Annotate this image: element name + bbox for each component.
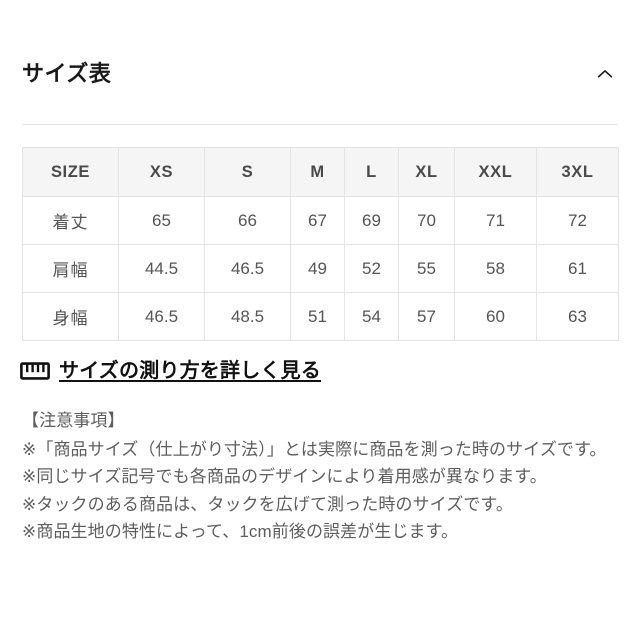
cell-shoulder-xl: 55 [398,244,455,293]
cell-shoulder-s: 46.5 [204,244,291,293]
table-row: 肩幅 44.5 46.5 49 52 55 58 61 [22,244,619,293]
cell-length-xl: 70 [398,196,455,245]
how-to-measure-label: サイズの測り方を詳しく見る [59,360,321,382]
chevron-up-icon[interactable] [592,61,618,87]
table-header-cell-s: S [204,147,291,197]
note-item-3: ※タックのある商品は、タックを広げて測った時のサイズです。 [22,494,513,514]
note-item-1: ※「商品サイズ（仕上がり寸法）」とは実際に商品を測った時のサイズです。 [22,439,607,459]
cell-shoulder-m: 49 [290,244,345,293]
notes-block: 【注意事項】 ※「商品サイズ（仕上がり寸法）」とは実際に商品を測った時のサイズで… [22,407,628,546]
row-label-length: 着丈 [22,196,119,245]
cell-length-m: 67 [290,196,345,245]
ruler-icon [20,360,50,382]
cell-shoulder-l: 52 [344,244,399,293]
table-header-cell-m: M [290,147,345,197]
cell-length-xs: 65 [118,196,205,245]
notes-heading: 【注意事項】 [22,411,125,430]
cell-length-xxl: 71 [454,196,537,245]
cell-shoulder-xs: 44.5 [118,244,205,293]
cell-shoulder-xxl: 58 [454,244,537,293]
cell-chest-xxl: 60 [454,292,537,341]
note-item-2: ※同じサイズ記号でも各商品のデザインにより着用感が異なります。 [22,467,547,487]
cell-chest-m: 51 [290,292,345,341]
cell-length-3xl: 72 [536,196,619,245]
row-label-shoulder: 肩幅 [22,244,119,293]
table-header-cell-l: L [344,147,399,197]
table-header-cell-xxl: XXL [454,147,537,197]
table-header-cell-xl: XL [398,147,455,197]
section-divider [22,124,618,125]
cell-chest-xl: 57 [398,292,455,341]
size-chart-section-header[interactable]: サイズ表 [22,52,618,96]
cell-chest-s: 48.5 [204,292,291,341]
size-table-container: SIZE XS S M L XL XXL 3XL 着丈 65 66 67 69 [22,147,619,341]
how-to-measure-link[interactable]: サイズの測り方を詳しく見る [20,360,321,382]
row-label-chest: 身幅 [22,292,119,341]
cell-length-s: 66 [204,196,291,245]
size-table: SIZE XS S M L XL XXL 3XL 着丈 65 66 67 69 [22,147,619,341]
size-chart-page: サイズ表 SIZE XS S M L XL XXL 3XL 着丈 65 66 6… [0,0,640,640]
table-header-cell-3xl: 3XL [536,147,619,197]
note-item-4: ※商品生地の特性によって、1cm前後の誤差が生じます。 [22,522,459,542]
table-header-cell-xs: XS [118,147,205,197]
table-header-row: SIZE XS S M L XL XXL 3XL [22,147,619,197]
cell-chest-3xl: 63 [536,292,619,341]
cell-chest-l: 54 [344,292,399,341]
cell-chest-xs: 46.5 [118,292,205,341]
cell-length-l: 69 [344,196,399,245]
page-title: サイズ表 [22,61,112,86]
table-row: 身幅 46.5 48.5 51 54 57 60 63 [22,292,619,341]
table-row: 着丈 65 66 67 69 70 71 72 [22,196,619,245]
table-header-cell-size: SIZE [22,147,119,197]
cell-shoulder-3xl: 61 [536,244,619,293]
